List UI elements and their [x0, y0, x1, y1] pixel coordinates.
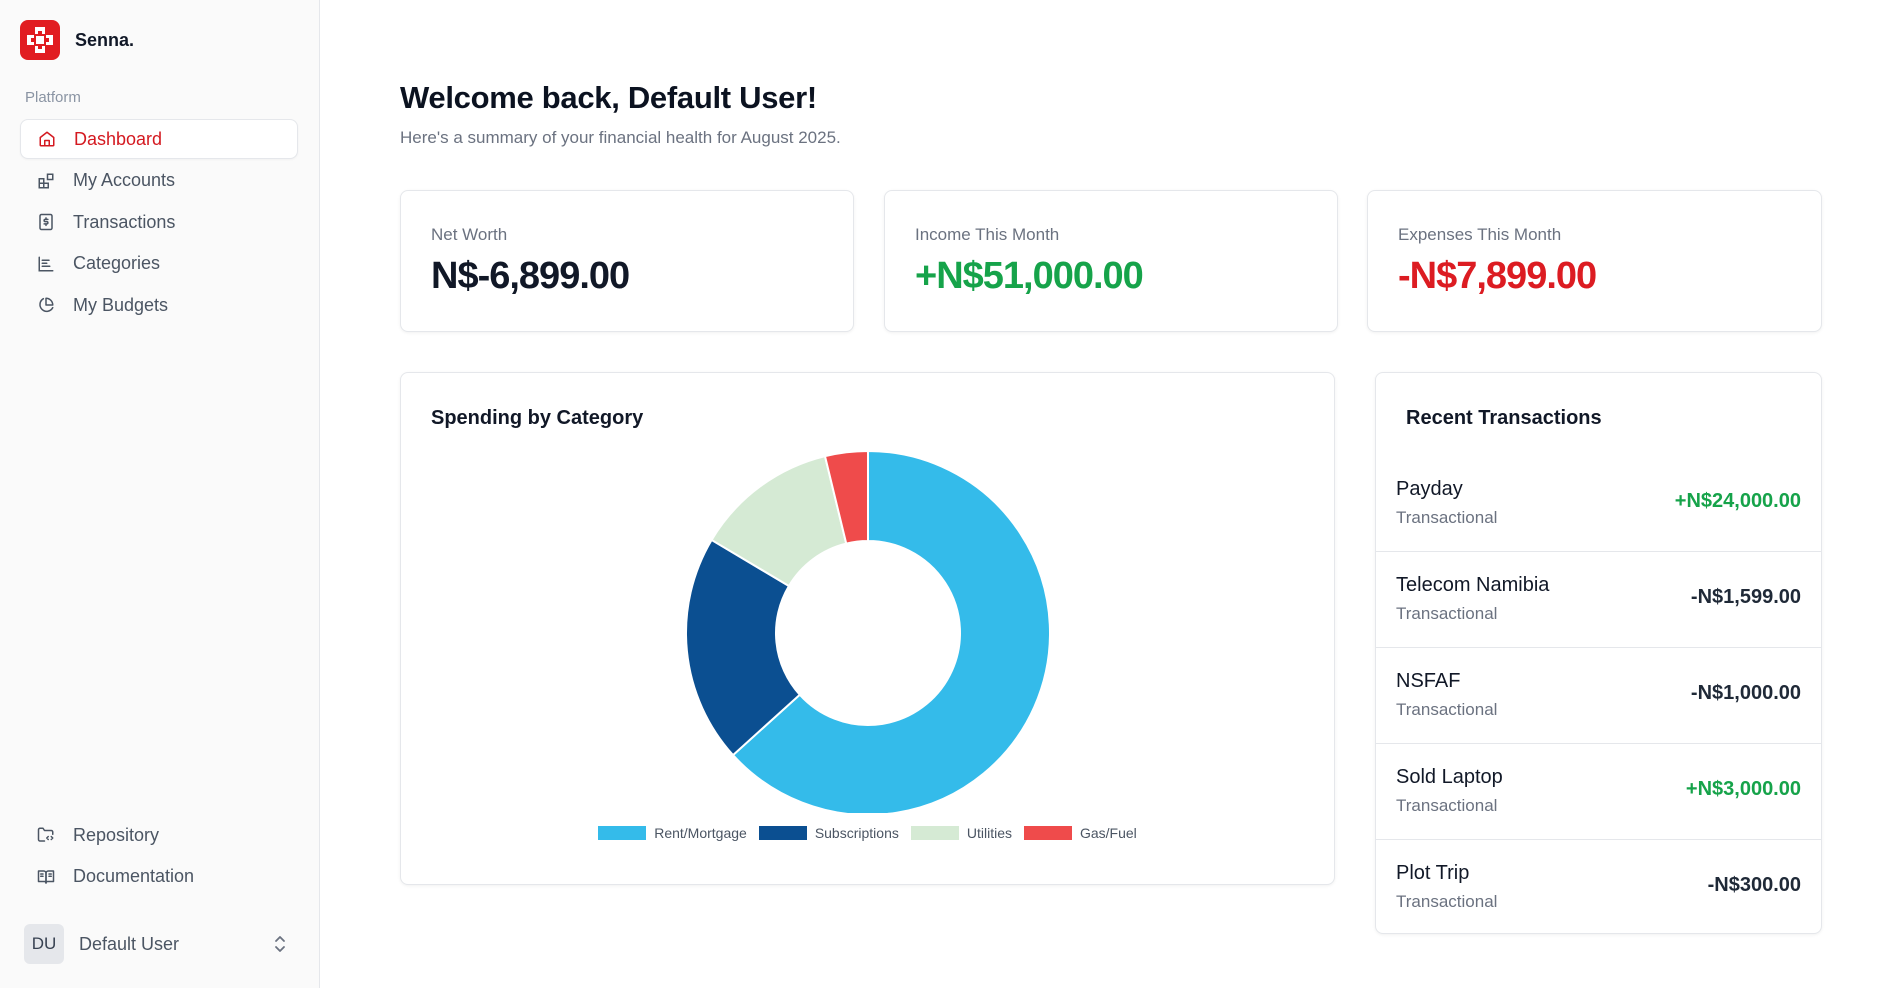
stat-card-expenses: Expenses This Month -N$7,899.00 [1367, 190, 1822, 332]
legend-swatch [910, 826, 959, 840]
sidebar-item-label: My Accounts [73, 170, 176, 190]
transaction-amount: -N$1,599.00 [1690, 586, 1801, 608]
sidebar-item-label: Repository [73, 824, 160, 845]
transaction-row[interactable]: Sold Laptop Transactional +N$3,000.00 [1376, 744, 1821, 840]
page-title: Welcome back, Default User! [400, 80, 817, 115]
transaction-row[interactable]: Telecom Namibia Transactional -N$1,599.0… [1376, 552, 1821, 648]
stat-card-income: Income This Month +N$51,000.00 [884, 190, 1338, 332]
legend-label: Utilities [966, 825, 1012, 841]
transaction-type: Transactional [1396, 796, 1498, 815]
stat-value: -N$7,899.00 [1398, 255, 1597, 297]
transaction-list: Payday Transactional +N$24,000.00 Teleco… [1376, 456, 1821, 936]
transaction-row[interactable]: Plot Trip Transactional -N$300.00 [1376, 840, 1821, 936]
stat-label: Income This Month [915, 225, 1060, 244]
legend-label: Subscriptions [814, 825, 899, 841]
transaction-name: Plot Trip [1396, 862, 1470, 884]
chart-legend: Rent/Mortgage Subscriptions Utilities Gas/F… [401, 825, 1334, 841]
transaction-type: Transactional [1396, 508, 1498, 527]
home-icon [37, 129, 57, 149]
sidebar-item-dashboard[interactable]: Dashboard [20, 119, 298, 159]
donut-chart [685, 449, 1051, 813]
brand[interactable]: Senna. [20, 20, 134, 60]
legend-label: Rent/Mortgage [654, 825, 747, 841]
sidebar-item-label: Dashboard [74, 128, 163, 149]
transaction-name: Sold Laptop [1396, 766, 1503, 788]
sidebar-item-transactions[interactable]: Transactions [20, 202, 298, 242]
chevrons-up-down-icon[interactable] [270, 934, 290, 954]
transaction-amount: -N$300.00 [1707, 874, 1801, 896]
grid-icon [36, 171, 56, 191]
stat-card-net-worth: Net Worth N$-6,899.00 [400, 190, 854, 332]
legend-item[interactable]: Utilities [910, 825, 1012, 841]
transaction-amount: -N$1,000.00 [1690, 682, 1801, 704]
main-nav: Dashboard My Accounts Transactions Categ… [20, 119, 298, 327]
stat-value: N$-6,899.00 [431, 255, 630, 297]
sidebar: Senna. Platform Dashboard My Accounts Tr… [0, 0, 320, 988]
legend-label: Gas/Fuel [1079, 825, 1137, 841]
transaction-amount: +N$3,000.00 [1685, 778, 1801, 800]
legend-swatch [758, 826, 807, 840]
sidebar-item-label: Categories [73, 253, 161, 273]
transaction-type: Transactional [1396, 604, 1498, 623]
recent-transactions-card: Recent Transactions Payday Transactional… [1375, 372, 1822, 934]
senna-logo-icon [20, 20, 60, 60]
page-subtitle: Here's a summary of your financial healt… [400, 128, 841, 147]
user-name: Default User [79, 933, 180, 954]
stat-value: +N$51,000.00 [915, 255, 1144, 297]
user-menu[interactable]: DU Default User [24, 924, 290, 964]
transaction-row[interactable]: NSFAF Transactional -N$1,000.00 [1376, 648, 1821, 744]
section-label-platform: Platform [25, 89, 81, 106]
transaction-row[interactable]: Payday Transactional +N$24,000.00 [1376, 456, 1821, 552]
dollar-receipt-icon [36, 212, 56, 232]
legend-item[interactable]: Gas/Fuel [1023, 825, 1137, 841]
app-name: Senna. [75, 29, 135, 50]
legend-item[interactable]: Subscriptions [758, 825, 899, 841]
sidebar-item-label: Transactions [73, 211, 176, 232]
transaction-name: Payday [1396, 478, 1463, 500]
sidebar-item-my-accounts[interactable]: My Accounts [20, 161, 298, 201]
recent-transactions-title: Recent Transactions [1406, 407, 1602, 429]
transaction-type: Transactional [1396, 700, 1498, 719]
legend-swatch [598, 826, 647, 840]
transaction-name: Telecom Namibia [1396, 574, 1550, 596]
transaction-amount: +N$24,000.00 [1674, 490, 1801, 512]
sidebar-item-label: My Budgets [73, 294, 169, 315]
transaction-name: NSFAF [1396, 670, 1461, 692]
sidebar-item-my-budgets[interactable]: My Budgets [20, 285, 298, 325]
sidebar-item-repository[interactable]: Repository [20, 815, 298, 855]
legend-swatch [1023, 826, 1072, 840]
sidebar-item-documentation[interactable]: Documentation [20, 857, 298, 897]
secondary-nav: Repository Documentation [20, 815, 298, 898]
legend-item[interactable]: Rent/Mortgage [598, 825, 747, 841]
sidebar-item-categories[interactable]: Categories [20, 244, 298, 284]
spending-by-category-card: Spending by Category Rent/Mortgage Subscr… [400, 372, 1335, 885]
avatar: DU [24, 924, 64, 964]
sidebar-item-label: Documentation [73, 866, 195, 886]
transaction-type: Transactional [1396, 892, 1498, 911]
stat-label: Expenses This Month [1398, 225, 1562, 244]
book-icon [36, 867, 56, 887]
list-icon [36, 254, 56, 274]
stat-label: Net Worth [431, 225, 508, 244]
pie-chart-icon [36, 295, 56, 315]
folder-code-icon [36, 825, 56, 845]
